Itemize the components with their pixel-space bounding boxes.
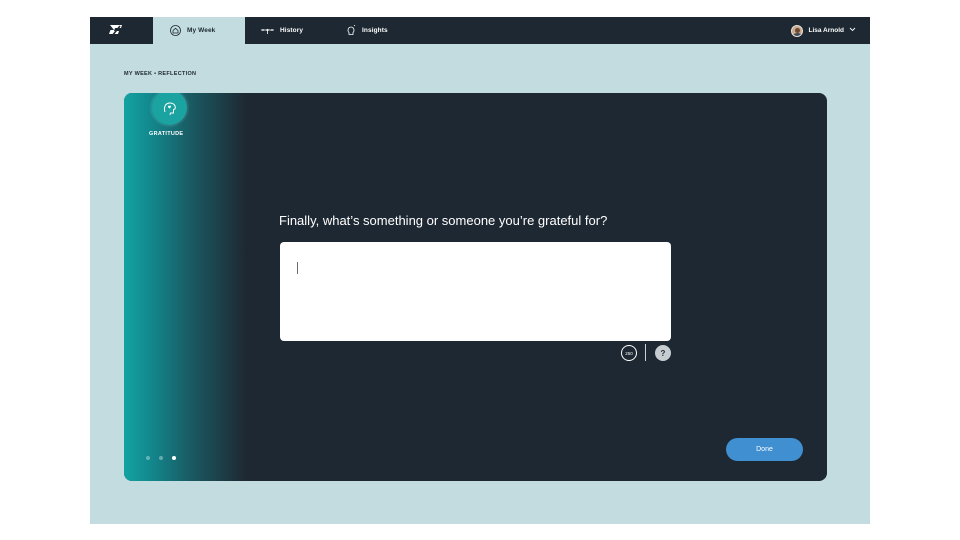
divider [645,344,646,361]
timeline-icon [261,27,274,35]
chevron-down-icon [849,27,856,34]
text-caret [297,262,298,274]
tab-my-week-label: My Week [187,27,216,34]
pagination-dot [159,456,163,460]
breadcrumb: MY WEEK • REFLECTION [124,71,197,77]
help-button[interactable]: ? [655,345,671,361]
app-frame: My Week History Insights Lisa Arnold MY … [90,17,870,524]
home-icon [170,25,181,36]
character-counter: 250 [621,345,637,361]
tab-insights[interactable]: Insights [346,17,388,44]
question-text: Finally, what’s something or someone you… [279,213,608,228]
tab-history[interactable]: History [261,17,303,44]
card-side-gradient [124,93,246,481]
tab-insights-label: Insights [362,27,388,34]
lightbulb-icon [346,24,356,37]
answer-textarea[interactable] [280,242,671,341]
pagination-dot [146,456,150,460]
category-label: GRATITUDE [149,131,184,137]
user-menu[interactable]: Lisa Arnold [791,17,856,44]
top-navigation: My Week History Insights Lisa Arnold [90,17,870,44]
app-logo-icon[interactable] [105,22,127,39]
user-avatar [791,24,804,37]
reflection-card: GRATITUDE Finally, what’s something or s… [124,93,827,481]
tab-my-week[interactable]: My Week [153,17,245,44]
tab-history-label: History [280,27,304,34]
pagination-dot-active [172,456,176,460]
done-button[interactable]: Done [726,438,803,461]
user-name: Lisa Arnold [808,27,844,34]
